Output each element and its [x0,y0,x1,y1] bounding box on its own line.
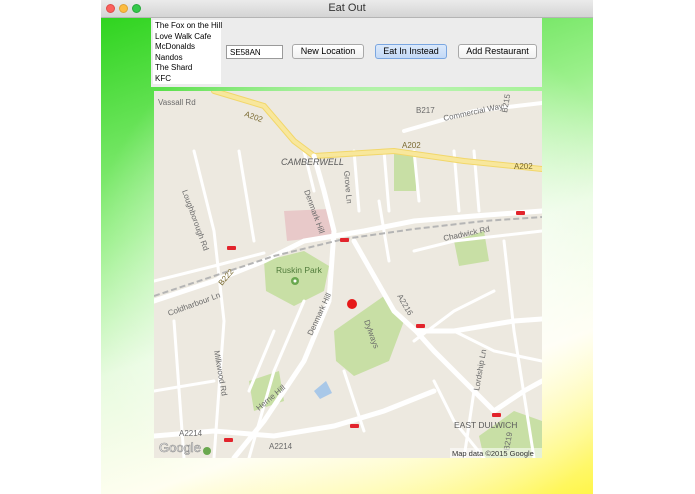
rail-station-icon [340,238,349,242]
map-canvas[interactable]: Vassall Rd A202 A202 A202 Commercial Way… [154,91,542,458]
restaurant-list-item[interactable]: KFC [155,74,221,85]
rail-station-icon [516,211,525,215]
restaurant-list-item[interactable]: The Shard [155,63,221,74]
map-label-a2214: A2214 [269,442,293,451]
title-bar: Eat Out [101,0,593,18]
rail-station-icon [350,424,359,428]
map-label-camberwell: CAMBERWELL [281,157,344,167]
restaurant-list-item[interactable]: The Fox on the Hill [155,21,222,32]
window-title: Eat Out [328,2,366,14]
map-label-vassall-rd: Vassall Rd [158,98,196,107]
restaurant-list[interactable]: The Fox on the Hill Love Walk Cafe McDon… [153,20,222,85]
park-icon [203,447,211,455]
park-area [394,151,416,191]
map-label-a202: A202 [514,162,533,171]
rail-station-icon [227,246,236,250]
restaurant-list-item[interactable]: Love Walk Cafe [155,32,221,43]
rail-station-icon [224,438,233,442]
rail-station-icon [492,413,501,417]
map-label-ruskin-park: Ruskin Park [276,265,323,275]
add-restaurant-button[interactable]: Add Restaurant [458,44,537,59]
map-label-a2214: A2214 [179,429,203,438]
map-label-east-dulwich: EAST DULWICH [454,420,517,430]
new-location-button[interactable]: New Location [292,44,364,59]
rail-station-icon [416,324,425,328]
map-attribution: Map data ©2015 Google [452,449,534,458]
app-window: Eat Out The Fox on the Hill Love Walk Ca… [101,0,593,494]
restaurant-list-item[interactable]: Nandos [155,53,221,64]
postcode-input[interactable] [226,45,283,59]
window-content: The Fox on the Hill Love Walk Cafe McDon… [101,18,593,494]
eat-in-instead-button[interactable]: Eat In Instead [375,44,447,59]
map-label-b217: B217 [416,106,435,115]
restaurant-list-item[interactable]: McDonalds [155,42,221,53]
location-marker[interactable] [347,299,357,309]
google-logo: Google [159,440,201,455]
control-panel: The Fox on the Hill Love Walk Cafe McDon… [151,18,542,87]
map-view[interactable]: Vassall Rd A202 A202 A202 Commercial Way… [154,91,542,458]
map-label-a202: A202 [402,141,421,150]
